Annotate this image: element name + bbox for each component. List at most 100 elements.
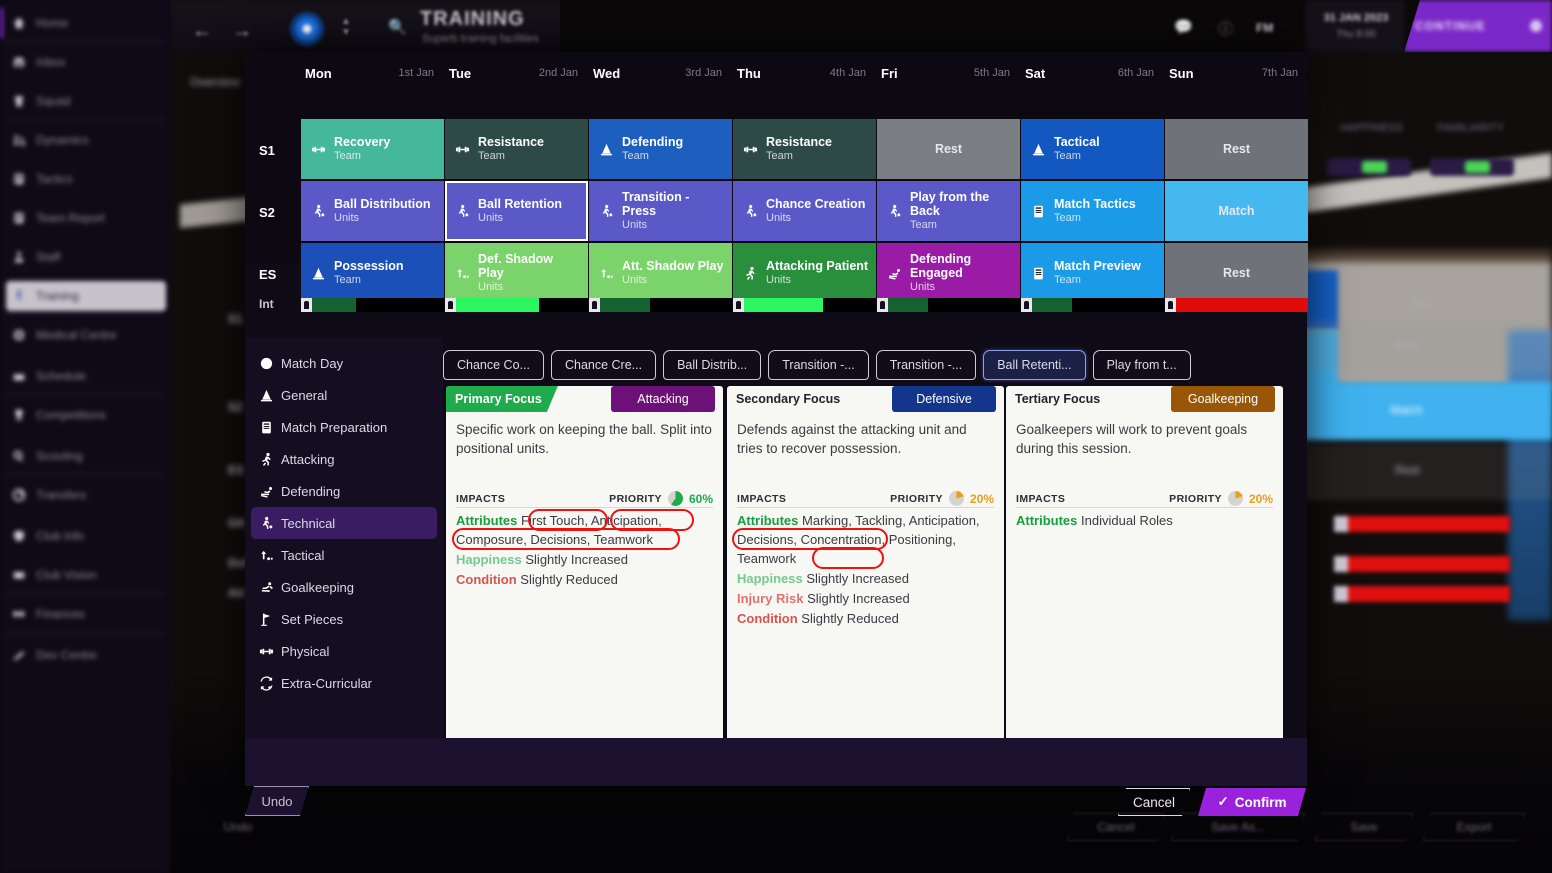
secondary-impacts-header: IMPACTS PRIORITY 20% xyxy=(737,490,994,508)
undo-button[interactable]: Undo xyxy=(245,786,309,816)
schedule-day-header: Mon 1st Jan Tue 2nd Jan Wed 3rd Jan Thu 4th Jan… xyxy=(245,56,1307,90)
day-date: 6th Jan xyxy=(1117,67,1154,79)
session-title: Resistance xyxy=(478,135,545,149)
session-cell[interactable]: Resistance Team xyxy=(445,119,588,179)
category-item-defending[interactable]: Defending xyxy=(251,475,437,507)
sidebar-item-squad[interactable]: Squad xyxy=(6,86,166,116)
intensity-knob[interactable] xyxy=(589,298,600,312)
session-cell[interactable]: Rest xyxy=(877,119,1020,179)
intensity-slider[interactable] xyxy=(877,298,1020,312)
search-icon[interactable]: 🔍 xyxy=(388,18,407,36)
intensity-knob[interactable] xyxy=(733,298,744,312)
intensity-slider[interactable] xyxy=(733,298,876,312)
session-cell[interactable]: Defending Team xyxy=(589,119,732,179)
sidebar-item-staff[interactable]: Staff xyxy=(6,242,166,272)
session-cell[interactable]: Match Preview Team xyxy=(1021,243,1164,303)
sidebar-item-tactics[interactable]: Tactics xyxy=(6,164,166,194)
session-cell[interactable]: Resistance Team xyxy=(733,119,876,179)
sidebar-item-medical-centre[interactable]: Medical Centre xyxy=(6,320,166,350)
session-title: Att. Shadow Play xyxy=(622,259,724,273)
confirm-button[interactable]: ✓ Confirm xyxy=(1198,788,1306,816)
session-tab-0[interactable]: Chance Co... xyxy=(443,350,544,380)
category-item-general[interactable]: General xyxy=(251,379,437,411)
help-icon[interactable]: ⓘ xyxy=(1218,18,1233,39)
intensity-slider[interactable] xyxy=(301,298,444,312)
session-tab-1[interactable]: Chance Cre... xyxy=(550,350,657,380)
club-badge-icon[interactable] xyxy=(290,12,324,46)
intensity-slider[interactable] xyxy=(1021,298,1164,312)
intensity-knob[interactable] xyxy=(877,298,888,312)
intensity-knob[interactable] xyxy=(1165,298,1176,312)
category-item-match-day[interactable]: Match Day xyxy=(251,347,437,379)
sidebar-item-inbox[interactable]: Inbox xyxy=(6,47,166,77)
bg-export-button[interactable]: Export xyxy=(1422,812,1526,842)
session-cell[interactable]: Attacking Patient Units xyxy=(733,243,876,303)
category-item-attacking[interactable]: Attacking xyxy=(251,443,437,475)
session-cell[interactable]: Att. Shadow Play Units xyxy=(589,243,732,303)
bg-save-button[interactable]: Save xyxy=(1314,812,1414,842)
intensity-knob[interactable] xyxy=(301,298,312,312)
session-cell[interactable]: Match xyxy=(1165,181,1308,241)
day-date: 5th Jan xyxy=(973,67,1010,79)
intensity-slider[interactable] xyxy=(589,298,732,312)
sidebar-item-finances[interactable]: Finances xyxy=(6,599,166,629)
sidebar-item-schedule[interactable]: Schedule xyxy=(6,361,166,391)
session-cell[interactable]: Tactical Team xyxy=(1021,119,1164,179)
session-cell[interactable]: Transition - Press Units xyxy=(589,181,732,241)
session-cell[interactable]: Rest xyxy=(1165,119,1308,179)
tertiary-focus-chip[interactable]: Goalkeeping xyxy=(1171,386,1275,412)
session-cell[interactable]: Recovery Team xyxy=(301,119,444,179)
session-cell[interactable]: Possession Team xyxy=(301,243,444,303)
session-tab-5[interactable]: Ball Retenti... xyxy=(983,350,1086,380)
sidebar-item-club-vision[interactable]: Club Vision xyxy=(6,560,166,590)
session-cell[interactable]: Ball Distribution Units xyxy=(301,181,444,241)
session-cell[interactable]: Match Tactics Team xyxy=(1021,181,1164,241)
secondary-focus-chip[interactable]: Defensive xyxy=(892,386,996,412)
category-item-set-pieces[interactable]: Set Pieces xyxy=(251,603,437,635)
session-tab-label: Transition -... xyxy=(889,358,963,372)
session-tab-3[interactable]: Transition -... xyxy=(768,350,869,380)
session-cell[interactable]: Chance Creation Units xyxy=(733,181,876,241)
session-tab-4[interactable]: Transition -... xyxy=(875,350,977,380)
forward-arrow-icon[interactable]: → xyxy=(232,20,252,43)
sidebar-item-competitions[interactable]: Competitions xyxy=(6,400,166,430)
session-cell[interactable]: Play from the Back Team xyxy=(877,181,1020,241)
category-item-physical[interactable]: Physical xyxy=(251,635,437,667)
intensity-knob[interactable] xyxy=(1021,298,1032,312)
fm-logo: FM xyxy=(1256,21,1274,35)
intensity-slider[interactable] xyxy=(445,298,588,312)
club-switcher-icon[interactable]: ▲ ▼ xyxy=(341,16,351,38)
category-item-match-preparation[interactable]: Match Preparation xyxy=(251,411,437,443)
sidebar-item-home[interactable]: Home xyxy=(6,8,166,38)
sidebar-item-training[interactable]: Training xyxy=(6,281,166,311)
bg-cancel-button[interactable]: Cancel xyxy=(1066,812,1166,842)
session-cell[interactable]: Defending Engaged Units xyxy=(877,243,1020,303)
cancel-button[interactable]: Cancel xyxy=(1118,788,1190,816)
primary-focus-chip[interactable]: Attacking xyxy=(611,386,715,412)
keeper-dive-icon xyxy=(251,580,281,595)
category-item-extra-curricular[interactable]: Extra-Curricular xyxy=(251,667,437,699)
bg-undo-button[interactable]: Undo xyxy=(200,812,276,842)
sidebar-item-dev-centre[interactable]: Dev Centre xyxy=(6,640,166,670)
comment-icon[interactable]: 💬 xyxy=(1174,18,1193,36)
sidebar-item-transfers[interactable]: Transfers xyxy=(6,480,166,510)
category-item-technical[interactable]: Technical xyxy=(251,507,437,539)
category-item-tactical[interactable]: Tactical xyxy=(251,539,437,571)
sidebar-item-team-report[interactable]: Team Report xyxy=(6,203,166,233)
session-cell[interactable]: Rest xyxy=(1165,243,1308,303)
bg-save-as-button[interactable]: Save As... xyxy=(1170,812,1306,842)
session-cell[interactable]: Ball Retention Units xyxy=(445,181,588,241)
training-icon xyxy=(6,289,32,303)
sidebar-item-dynamics[interactable]: Dynamics xyxy=(6,125,166,155)
back-arrow-icon[interactable]: ← xyxy=(192,20,212,43)
session-title: Rest xyxy=(934,142,963,156)
intensity-slider[interactable] xyxy=(1165,298,1308,312)
intensity-knob[interactable] xyxy=(445,298,456,312)
sidebar-item-scouting[interactable]: Scouting xyxy=(6,441,166,471)
session-tab-6[interactable]: Play from t... xyxy=(1092,350,1191,380)
sidebar-item-club-info[interactable]: Club Info xyxy=(6,521,166,551)
session-title: Recovery xyxy=(334,135,391,149)
category-item-goalkeeping[interactable]: Goalkeeping xyxy=(251,571,437,603)
session-tab-2[interactable]: Ball Distrib... xyxy=(663,350,762,380)
session-cell[interactable]: Def. Shadow Play Units xyxy=(445,243,588,303)
